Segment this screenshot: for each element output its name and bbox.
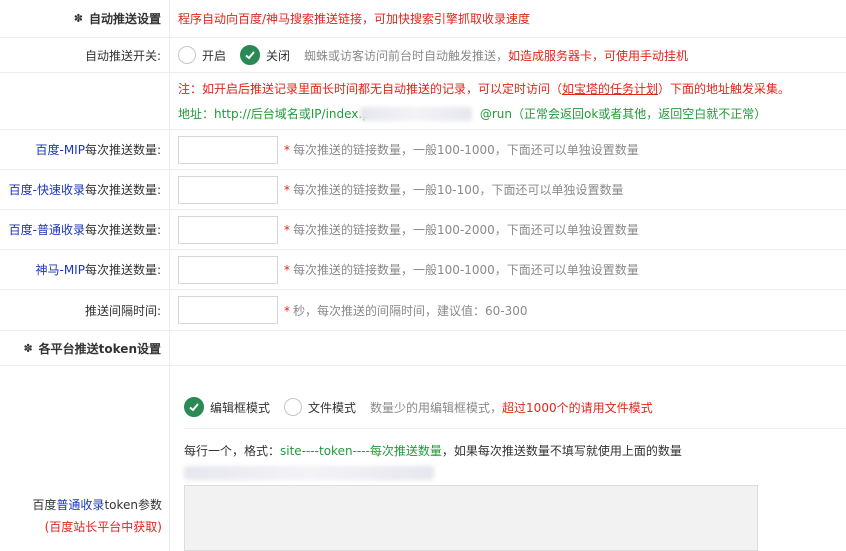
baidu-mip-count-input[interactable] xyxy=(178,135,278,164)
trigger-address: 地址：http://后台域名或IP/index.p @run（正常会返回ok或者其… xyxy=(178,107,767,121)
radio-checked-icon[interactable] xyxy=(240,45,261,65)
mode-hint: 数量少的用编辑框模式， xyxy=(370,400,503,415)
token-mode-selector: 编辑框模式 文件模式 数量少的用编辑框模式， 超过1000个的请用文件模式 xyxy=(184,397,653,417)
radio-checked-icon[interactable] xyxy=(184,397,204,417)
token-format-line: 每行一个，格式：site----token----每次推送数量，如果每次推送数量… xyxy=(184,444,682,458)
radio-unchecked-icon[interactable] xyxy=(178,46,196,64)
field-row-baidu-fast: 百度-快速收录 每次推送数量: * 每次推送的链接数量，一般10-100，下面还可以… xyxy=(0,170,846,210)
gear-icon: ✽ xyxy=(73,12,83,25)
mode-hint-red: 超过1000个的请用文件模式 xyxy=(502,400,653,415)
baidu-normal-token-textarea[interactable] xyxy=(184,485,758,551)
baidu-normal-count-input[interactable] xyxy=(178,215,278,244)
baidu-normal-token-label: 百度普通收录token参数 (百度站长平台中获取) xyxy=(32,498,162,534)
redacted-blur xyxy=(360,107,472,121)
section-auto-push: ✽ 自动推送设置 程序自动向百度/神马搜索推送链接，可加快搜索引擎抓取收录速度 xyxy=(0,0,846,38)
shenma-mip-count-input[interactable] xyxy=(178,255,278,284)
auto-push-note: 注：如开启后推送记录里面长时间都无自动推送的记录，可以定时访问（如宝塔的任务计划… xyxy=(178,82,791,96)
task-plan-link[interactable]: 如宝塔的任务计划 xyxy=(562,82,658,96)
field-row-shenma-mip: 神马-MIP 每次推送数量: * 每次推送的链接数量，一般100-1000，下面还可… xyxy=(0,250,846,290)
auto-push-note-row: 注：如开启后推送记录里面长时间都无自动推送的记录，可以定时访问（如宝塔的任务计划… xyxy=(0,73,846,130)
radio-unchecked-icon[interactable] xyxy=(284,398,303,416)
section-token-title: ✽ 各平台推送token设置 xyxy=(0,331,170,365)
field-row-interval: 推送间隔时间: * 秒，每次推送的间隔时间，建议值：60-300 xyxy=(0,290,846,331)
auto-push-switch-row: 自动推送开关: 开启 关闭 蜘蛛或访客访问前台时自动触发推送， 如造成服务器卡，… xyxy=(0,38,846,73)
mode-editor-option[interactable]: 编辑框模式 xyxy=(184,397,270,417)
switch-hint: 蜘蛛或访客访问前台时自动触发推送， xyxy=(304,48,509,63)
field-row-baidu-normal: 百度-普通收录 每次推送数量: * 每次推送的链接数量，一般100-2000，下面还… xyxy=(0,210,846,250)
gear-icon: ✽ xyxy=(23,341,33,355)
switch-off-option[interactable]: 关闭 xyxy=(240,45,290,65)
settings-page: ✽ 自动推送设置 程序自动向百度/神马搜索推送链接，可加快搜索引擎抓取收录速度 … xyxy=(0,0,846,551)
section-auto-push-title: ✽ 自动推送设置 xyxy=(0,0,170,37)
baidu-fast-count-input[interactable] xyxy=(178,175,278,204)
section-token: ✽ 各平台推送token设置 xyxy=(0,331,846,366)
field-row-baidu-mip: 百度-MIP 每次推送数量: * 每次推送的链接数量，一般100-1000，下面还可… xyxy=(0,130,846,170)
auto-push-switch-label: 自动推送开关: xyxy=(0,38,170,72)
switch-on-option[interactable]: 开启 xyxy=(178,46,226,64)
mode-file-option[interactable]: 文件模式 xyxy=(284,398,356,416)
switch-hint-red: 如造成服务器卡，可使用手动挂机 xyxy=(508,48,689,63)
section-auto-push-desc: 程序自动向百度/神马搜索推送链接，可加快搜索引擎抓取收录速度 xyxy=(178,12,531,26)
push-interval-input[interactable] xyxy=(178,296,278,324)
redacted-example-blur xyxy=(184,466,434,480)
